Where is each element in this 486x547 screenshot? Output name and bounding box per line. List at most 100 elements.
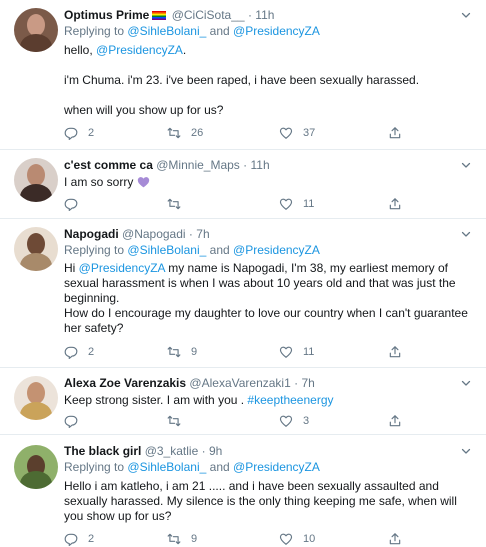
like-button[interactable]: 11 — [279, 196, 314, 212]
share-button[interactable] — [388, 531, 402, 547]
tweet[interactable]: The black girl @3_katlie · 9h Replying t… — [0, 435, 486, 547]
mention-link[interactable]: @PresidencyZA — [233, 243, 320, 257]
like-button[interactable]: 3 — [279, 413, 309, 429]
avatar[interactable] — [14, 158, 58, 202]
share-icon — [388, 345, 402, 359]
tweet[interactable]: Optimus Prime @CiCiSota__ · 11h Replying… — [0, 0, 486, 150]
user-handle[interactable]: @CiCiSota__ — [172, 8, 245, 22]
tweet-text: hello, @PresidencyZA. i'm Chuma. i'm 23.… — [64, 43, 420, 117]
mention-link[interactable]: @PresidencyZA — [79, 261, 165, 275]
replying-to: Replying to @SihleBolani_ and @Presidenc… — [64, 24, 320, 38]
tweet-header: Napogadi @Napogadi · 7h — [64, 227, 210, 242]
retweet-icon — [167, 414, 181, 428]
user-handle[interactable]: @Minnie_Maps — [156, 158, 240, 172]
tweet-text: Hello i am katleho, i am 21 ..... and i … — [64, 479, 457, 523]
heart-icon — [279, 197, 293, 211]
share-button[interactable] — [388, 125, 402, 141]
timestamp[interactable]: 7h — [301, 376, 314, 390]
reply-icon — [64, 197, 78, 211]
separator: · — [201, 444, 206, 458]
tweet-actions: 2 9 10 — [64, 531, 464, 547]
chevron-down-icon[interactable] — [460, 9, 472, 21]
user-handle[interactable]: @3_katlie — [145, 444, 199, 458]
tweet-text: Keep strong sister. I am with you . #kee… — [64, 393, 334, 407]
share-icon — [388, 126, 402, 140]
retweet-button[interactable]: 9 — [167, 531, 197, 547]
tweet-header: The black girl @3_katlie · 9h — [64, 444, 222, 459]
tweet-actions: 11 — [64, 196, 464, 212]
user-handle[interactable]: @AlexaVarenzaki1 — [189, 376, 290, 390]
retweet-icon — [167, 345, 181, 359]
separator: · — [188, 227, 193, 241]
retweet-icon — [167, 126, 181, 140]
mention-link[interactable]: @SihleBolani_ — [127, 460, 206, 474]
like-button[interactable]: 11 — [279, 344, 314, 360]
heart-icon — [279, 126, 293, 140]
retweet-button[interactable]: 9 — [167, 344, 197, 360]
mention-link[interactable]: @SihleBolani_ — [127, 24, 206, 38]
replying-to: Replying to @SihleBolani_ and @Presidenc… — [64, 460, 320, 474]
timestamp[interactable]: 7h — [196, 227, 209, 241]
hashtag-link[interactable]: #keeptheenergy — [247, 393, 333, 407]
timestamp[interactable]: 11h — [251, 158, 270, 172]
chevron-down-icon[interactable] — [460, 159, 472, 171]
replying-to: Replying to @SihleBolani_ and @Presidenc… — [64, 243, 320, 257]
heart-icon — [279, 345, 293, 359]
display-name[interactable]: Napogadi — [64, 227, 119, 241]
avatar[interactable] — [14, 8, 58, 52]
mention-link[interactable]: @PresidencyZA — [96, 43, 183, 57]
user-handle[interactable]: @Napogadi — [122, 227, 186, 241]
heart-icon — [279, 532, 293, 546]
reply-button[interactable] — [64, 196, 88, 212]
retweet-icon — [167, 532, 181, 546]
avatar[interactable] — [14, 227, 58, 271]
chevron-down-icon[interactable] — [460, 377, 472, 389]
retweet-button[interactable] — [167, 413, 191, 429]
mention-link[interactable]: @PresidencyZA — [233, 460, 320, 474]
tweet-feed: Optimus Prime @CiCiSota__ · 11h Replying… — [0, 0, 486, 547]
mention-link[interactable]: @SihleBolani_ — [127, 243, 206, 257]
tweet-header: Optimus Prime @CiCiSota__ · 11h — [64, 8, 274, 23]
share-icon — [388, 197, 402, 211]
avatar[interactable] — [14, 376, 58, 420]
like-button[interactable]: 10 — [279, 531, 315, 547]
separator: · — [243, 158, 248, 172]
display-name[interactable]: Optimus Prime — [64, 8, 149, 22]
separator: · — [247, 8, 252, 22]
tweet-text: I am so sorry — [64, 175, 474, 190]
share-button[interactable] — [388, 413, 402, 429]
retweet-icon — [167, 197, 181, 211]
reply-icon — [64, 126, 78, 140]
reply-button[interactable]: 2 — [64, 344, 94, 360]
separator: · — [294, 376, 299, 390]
heart-icon — [279, 414, 293, 428]
reply-button[interactable] — [64, 413, 88, 429]
display-name[interactable]: Alexa Zoe Varenzakis — [64, 376, 186, 390]
share-button[interactable] — [388, 344, 402, 360]
like-button[interactable]: 37 — [279, 125, 315, 141]
timestamp[interactable]: 9h — [209, 444, 222, 458]
display-name[interactable]: c'est comme ca — [64, 158, 153, 172]
timestamp[interactable]: 11h — [255, 8, 274, 22]
share-icon — [388, 414, 402, 428]
tweet[interactable]: Napogadi @Napogadi · 7h Replying to @Sih… — [0, 219, 486, 368]
tweet[interactable]: c'est comme ca @Minnie_Maps · 11h I am s… — [0, 150, 486, 219]
reply-button[interactable]: 2 — [64, 531, 94, 547]
chevron-down-icon[interactable] — [460, 445, 472, 457]
tweet-actions: 2 26 37 — [64, 125, 464, 141]
tweet-header: Alexa Zoe Varenzakis @AlexaVarenzaki1 · … — [64, 376, 315, 391]
tweet[interactable]: Alexa Zoe Varenzakis @AlexaVarenzaki1 · … — [0, 368, 486, 435]
chevron-down-icon[interactable] — [460, 228, 472, 240]
mention-link[interactable]: @PresidencyZA — [233, 24, 320, 38]
purple-heart-icon — [137, 177, 149, 188]
share-button[interactable] — [388, 196, 402, 212]
reply-button[interactable]: 2 — [64, 125, 94, 141]
tweet-header: c'est comme ca @Minnie_Maps · 11h — [64, 158, 270, 173]
tweet-text: Hi @PresidencyZA my name is Napogadi, I'… — [64, 261, 468, 335]
avatar[interactable] — [14, 445, 58, 489]
tweet-actions: 3 — [64, 413, 464, 429]
display-name[interactable]: The black girl — [64, 444, 141, 458]
retweet-button[interactable] — [167, 196, 191, 212]
rainbow-flag-icon — [152, 11, 167, 20]
retweet-button[interactable]: 26 — [167, 125, 203, 141]
